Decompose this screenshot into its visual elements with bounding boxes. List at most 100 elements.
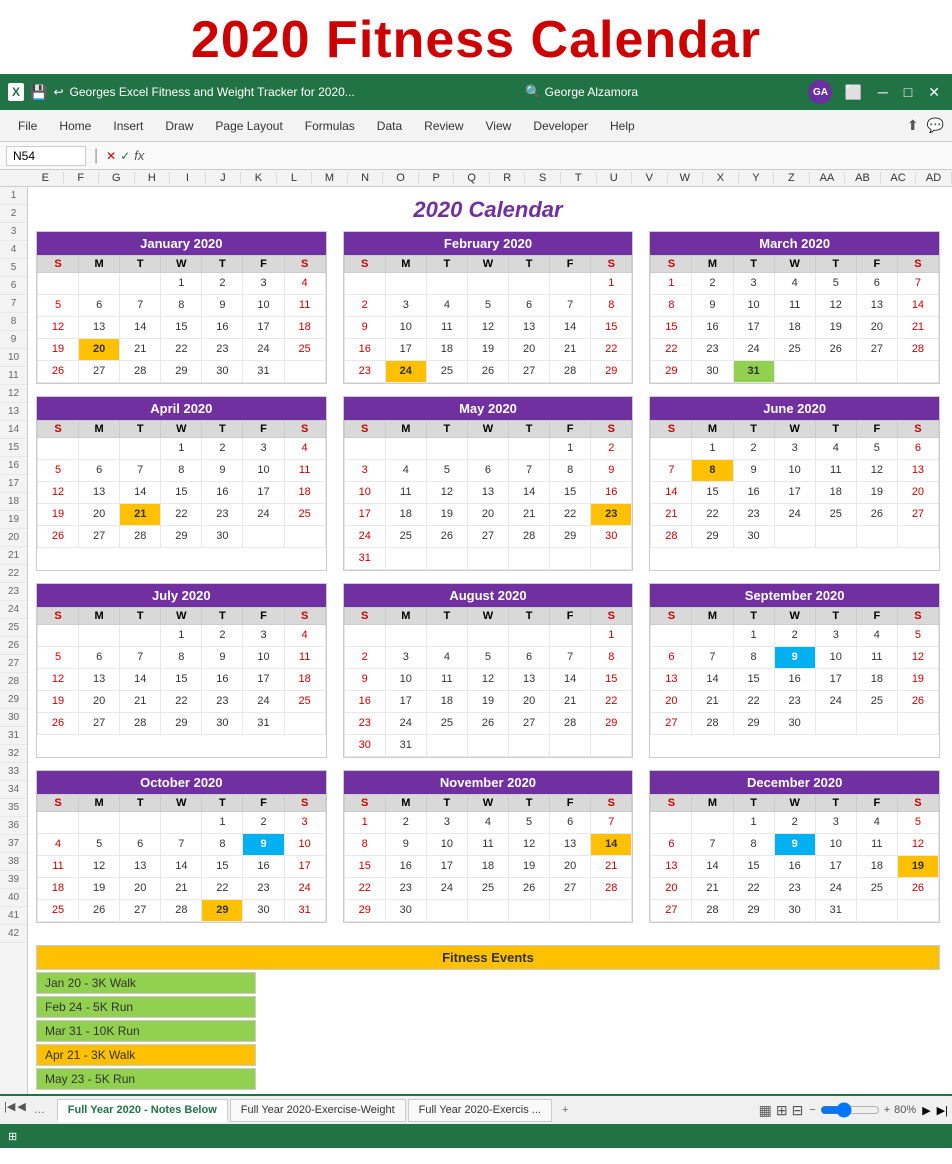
quick-access-undo[interactable]: ↩	[53, 85, 63, 99]
tab-page-layout[interactable]: Page Layout	[205, 115, 292, 137]
col-header-U: U	[597, 172, 633, 184]
confirm-formula-icon[interactable]: ✓	[120, 149, 130, 163]
day-cell: 2	[202, 273, 243, 295]
tab-home[interactable]: Home	[49, 115, 101, 137]
sheet-tabs: Full Year 2020 - Notes BelowFull Year 20…	[57, 1099, 552, 1122]
day-header: W	[774, 608, 815, 625]
nav-right-icon[interactable]: ▶	[922, 1104, 930, 1117]
tab-formulas[interactable]: Formulas	[295, 115, 365, 137]
formula-input[interactable]	[148, 147, 946, 165]
day-header: T	[426, 795, 467, 812]
quick-access-save[interactable]: 💾	[30, 84, 47, 101]
day-cell: 6	[120, 834, 161, 856]
day-cell: 9	[774, 834, 815, 856]
day-cell: 24	[344, 526, 385, 548]
day-header: T	[509, 256, 550, 273]
tab-draw[interactable]: Draw	[155, 115, 203, 137]
zoom-in-button[interactable]: +	[884, 1104, 890, 1116]
day-header: W	[161, 256, 202, 273]
day-cell: 15	[550, 482, 591, 504]
col-header-W: W	[668, 172, 704, 184]
day-header: M	[692, 421, 733, 438]
name-box[interactable]	[6, 146, 86, 166]
page-title: 2020 Fitness Calendar	[0, 0, 952, 74]
day-cell: 18	[815, 482, 856, 504]
day-header: S	[284, 608, 325, 625]
day-header: S	[651, 256, 692, 273]
nav-last-icon[interactable]: ▶|	[937, 1104, 948, 1117]
tab-help[interactable]: Help	[600, 115, 645, 137]
day-header: S	[651, 795, 692, 812]
day-cell: 29	[733, 713, 774, 735]
nav-prev-icon[interactable]: ◀	[17, 1100, 25, 1120]
day-cell: 18	[284, 669, 325, 691]
page-layout-view-icon[interactable]: ⊞	[776, 1102, 788, 1119]
add-sheet-button[interactable]: +	[554, 1100, 576, 1120]
day-header: F	[243, 256, 284, 273]
day-cell: 1	[550, 438, 591, 460]
day-cell: 2	[591, 438, 632, 460]
day-header: S	[591, 608, 632, 625]
minimize-button[interactable]: ─	[874, 84, 892, 100]
zoom-slider[interactable]	[820, 1102, 880, 1118]
day-header: M	[79, 608, 120, 625]
tab-view[interactable]: View	[476, 115, 522, 137]
row-num-14: 14	[0, 421, 27, 439]
day-cell: 21	[161, 878, 202, 900]
day-cell: 27	[79, 361, 120, 383]
page-break-view-icon[interactable]: ⊟	[792, 1102, 804, 1119]
day-header: F	[243, 795, 284, 812]
day-cell: 19	[38, 504, 79, 526]
month-grid-10: SMTWTFS123456789101112131415161718192021…	[344, 794, 633, 922]
day-cell: 1	[161, 273, 202, 295]
tab-review[interactable]: Review	[414, 115, 473, 137]
search-icon[interactable]: 🔍	[525, 84, 541, 99]
day-header: S	[284, 256, 325, 273]
day-cell	[591, 548, 632, 570]
day-cell: 4	[815, 438, 856, 460]
day-header: M	[692, 795, 733, 812]
row-num-6: 6	[0, 277, 27, 295]
day-cell: 17	[815, 856, 856, 878]
day-cell	[38, 438, 79, 460]
tab-insert[interactable]: Insert	[103, 115, 153, 137]
sheet-tab-0[interactable]: Full Year 2020 - Notes Below	[57, 1099, 228, 1122]
day-cell: 29	[591, 713, 632, 735]
day-header: W	[467, 256, 508, 273]
day-cell: 18	[467, 856, 508, 878]
day-cell: 26	[426, 526, 467, 548]
day-cell: 3	[733, 273, 774, 295]
day-cell: 13	[651, 669, 692, 691]
fitness-header: Fitness Events	[36, 945, 940, 970]
day-cell: 7	[692, 647, 733, 669]
ribbon-display-icon[interactable]: ⬜	[840, 84, 865, 101]
day-cell	[550, 273, 591, 295]
share-icon[interactable]: ⬆	[907, 117, 919, 134]
day-cell: 28	[897, 339, 938, 361]
close-button[interactable]: ✕	[924, 84, 944, 101]
day-cell: 22	[733, 691, 774, 713]
day-cell: 3	[243, 438, 284, 460]
day-cell: 30	[202, 526, 243, 548]
tab-data[interactable]: Data	[367, 115, 412, 137]
tab-file[interactable]: File	[8, 115, 47, 137]
user-avatar: GA	[808, 80, 832, 104]
zoom-out-button[interactable]: −	[809, 1104, 815, 1116]
restore-button[interactable]: □	[900, 84, 916, 100]
day-cell: 5	[856, 438, 897, 460]
comment-icon[interactable]: 💬	[927, 117, 944, 134]
day-cell: 1	[591, 625, 632, 647]
nav-dots[interactable]: …	[28, 1100, 51, 1120]
day-header: T	[733, 608, 774, 625]
day-cell: 16	[385, 856, 426, 878]
row-num-8: 8	[0, 313, 27, 331]
normal-view-icon[interactable]: ▦	[759, 1102, 772, 1119]
sheet-tab-2[interactable]: Full Year 2020-Exercis ...	[408, 1099, 552, 1122]
col-header-K: K	[241, 172, 277, 184]
cancel-formula-icon[interactable]: ✕	[106, 149, 116, 163]
fitness-event-3: Apr 21 - 3K Walk	[36, 1044, 256, 1066]
nav-first-icon[interactable]: |◀	[4, 1100, 15, 1120]
tab-developer[interactable]: Developer	[523, 115, 598, 137]
sheet-tab-1[interactable]: Full Year 2020-Exercise-Weight	[230, 1099, 406, 1122]
day-cell: 11	[38, 856, 79, 878]
